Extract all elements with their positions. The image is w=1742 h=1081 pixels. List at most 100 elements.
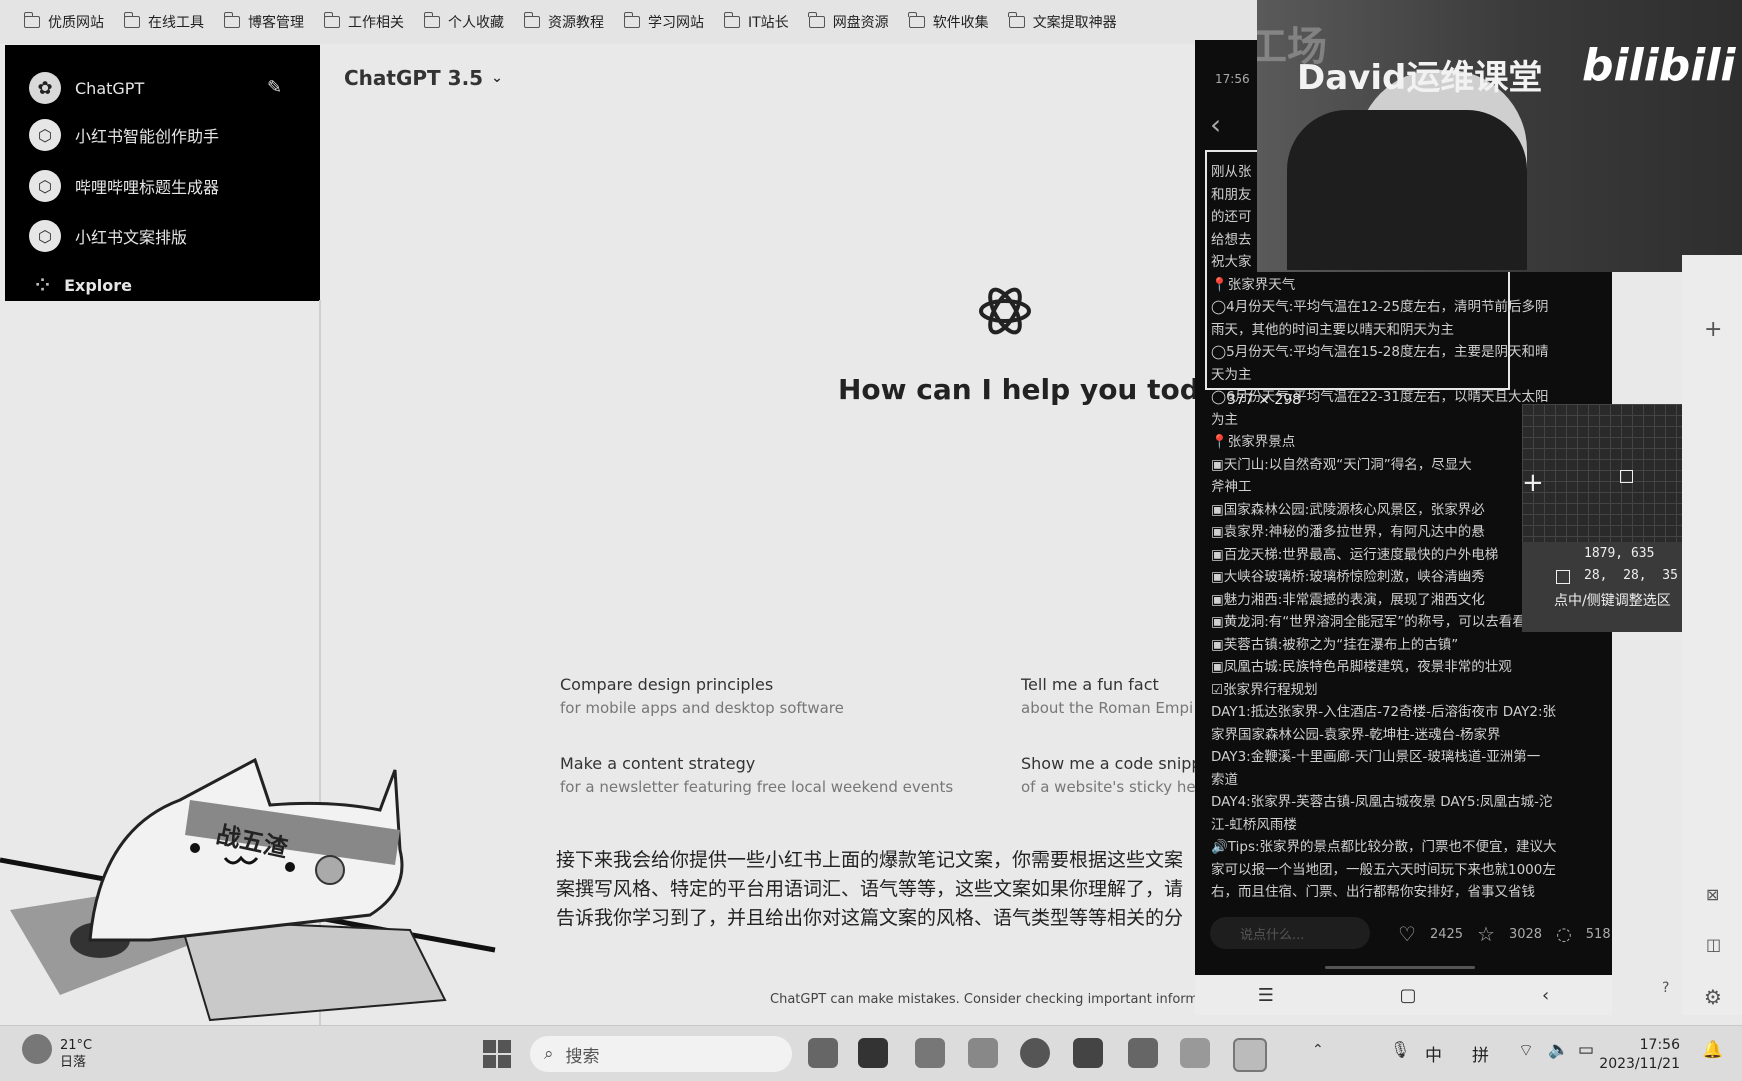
- suggestion-card[interactable]: Show me a code snippe of a website's sti…: [1021, 754, 1211, 796]
- ime-mode[interactable]: 拼: [1472, 1041, 1489, 1066]
- bookmark-label: 软件收集: [932, 15, 989, 31]
- sidebar-item-label: 小红书文案排版: [75, 228, 188, 247]
- suggestion-title: Tell me a fun fact: [1021, 675, 1159, 694]
- battery-icon[interactable]: ▭: [1578, 1040, 1594, 1060]
- folder-icon: [223, 12, 240, 28]
- gpt-cube-icon: ⬡: [29, 119, 61, 151]
- windows-start-icon[interactable]: [483, 1040, 511, 1068]
- bookmark-item[interactable]: IT站长: [716, 7, 797, 37]
- folder-icon: [23, 12, 40, 28]
- star-icon[interactable]: ☆: [1477, 922, 1495, 946]
- gear-icon[interactable]: ⚙: [1704, 985, 1722, 1009]
- sidebar-item-xhs-assistant[interactable]: ⬡ 小红书智能创作助手: [29, 119, 219, 151]
- note-line: ◯5月份天气:平均气温在15-28度左右，主要是阴天和晴: [1211, 344, 1549, 360]
- ime-language[interactable]: 中: [1425, 1041, 1442, 1066]
- sidebar-item-explore[interactable]: ⁘ Explore: [35, 275, 132, 296]
- sidebar-item-label: 小红书智能创作助手: [75, 127, 220, 146]
- rgb-readout: 28, 28, 35: [1584, 568, 1678, 583]
- note-line: 刚从张: [1211, 164, 1252, 180]
- note-line: 📍张家界天气: [1211, 276, 1296, 293]
- bookmark-label: 博客管理: [248, 15, 304, 31]
- new-chat-icon[interactable]: ✎: [267, 77, 282, 98]
- folder-icon: [323, 12, 340, 28]
- folder-icon: [623, 12, 640, 28]
- note-line: DAY1:抵达张家界-入住酒店-72奇楼-后溶街夜市 DAY2:张: [1211, 704, 1557, 720]
- sidebar-toggle-icon[interactable]: ◫: [1706, 935, 1721, 954]
- menu-icon[interactable]: ☰: [1258, 985, 1274, 1006]
- bookmark-label: 优质网站: [48, 15, 104, 31]
- suggestion-subtitle: about the Roman Empi: [1021, 699, 1194, 717]
- back-arrow-icon[interactable]: ‹: [1210, 108, 1221, 141]
- note-line: 索道: [1211, 771, 1238, 788]
- suggestion-title: Compare design principles: [560, 675, 774, 694]
- sidebar-item-bili-title[interactable]: ⬡ 哔哩哔哩标题生成器: [29, 170, 219, 202]
- note-line: 的还可: [1211, 209, 1252, 225]
- comment-input[interactable]: 说点什么...: [1210, 917, 1370, 949]
- notification-bell-icon[interactable]: 🔔: [1702, 1040, 1723, 1060]
- file-explorer-icon[interactable]: [968, 1038, 998, 1068]
- wifi-icon[interactable]: ⌔: [1518, 1040, 1534, 1061]
- bookmark-label: 在线工具: [148, 15, 204, 31]
- weather-icon[interactable]: [22, 1034, 52, 1064]
- bookmark-item[interactable]: 博客管理: [216, 7, 312, 37]
- bookmark-item[interactable]: 资源教程: [516, 7, 612, 37]
- suggestion-card[interactable]: Compare design principles for mobile app…: [560, 675, 844, 717]
- gpt-cube-icon: ⬡: [29, 170, 61, 202]
- model-selector[interactable]: ChatGPT 3.5 ⌄: [344, 66, 503, 90]
- edge-browser-icon[interactable]: [1020, 1038, 1050, 1068]
- chatgpt-sidebar: ✿ ChatGPT ✎ ⬡ 小红书智能创作助手 ⬡ 哔哩哔哩标题生成器 ⬡ 小红…: [5, 45, 320, 301]
- clock-time: 17:56: [1639, 1037, 1680, 1053]
- home-icon[interactable]: ▢: [1399, 985, 1416, 1006]
- app-icon[interactable]: [1180, 1038, 1210, 1068]
- bookmark-item[interactable]: 软件收集: [901, 7, 997, 37]
- folder-icon: [123, 12, 140, 28]
- magnifier-hint: 点中/侧键调整选区: [1554, 593, 1671, 609]
- bookmark-item[interactable]: 在线工具: [116, 7, 212, 37]
- bookmark-item[interactable]: 优质网站: [16, 7, 112, 37]
- note-line: ▣芙蓉古镇:被称之为“挂在瀑布上的古镇”: [1211, 636, 1459, 653]
- suggestion-subtitle: for mobile apps and desktop software: [560, 699, 844, 717]
- suggestion-card[interactable]: Make a content strategy for a newsletter…: [560, 754, 953, 796]
- openai-logo-icon: [979, 287, 1031, 335]
- note-line: ◯4月份天气:平均气温在12-25度左右，清明节前后多阴: [1211, 299, 1549, 315]
- suggestion-title: Show me a code snippe: [1021, 754, 1212, 773]
- note-line: ▣天门山:以自然奇观“天门洞”得名，尽显大: [1211, 456, 1472, 473]
- bookmark-label: 个人收藏: [448, 15, 504, 31]
- comment-icon[interactable]: ◌: [1556, 924, 1572, 945]
- bookmark-item[interactable]: 个人收藏: [416, 7, 512, 37]
- back-icon[interactable]: ‹: [1542, 985, 1549, 1006]
- bookmark-item[interactable]: 网盘资源: [801, 7, 897, 37]
- app-icon[interactable]: [858, 1038, 888, 1068]
- taskbar-clock[interactable]: 17:56 2023/11/21: [1599, 1036, 1680, 1074]
- bookmark-item[interactable]: 学习网站: [616, 7, 712, 37]
- message-input[interactable]: 接下来我会给你提供一些小红书上面的爆款笔记文案，你需要根据这些文案案撰写风格、特…: [556, 846, 1196, 936]
- sidebar-item-chatgpt[interactable]: ✿ ChatGPT: [29, 72, 144, 104]
- note-line: ▣百龙天梯:世界最高、运行速度最快的户外电梯: [1211, 546, 1499, 563]
- phone-mirror-app-icon[interactable]: [1233, 1038, 1267, 1072]
- heart-icon[interactable]: ♡: [1398, 922, 1416, 946]
- microphone-icon[interactable]: 🎙: [1390, 1040, 1410, 1059]
- plus-icon[interactable]: +: [1704, 317, 1722, 342]
- sidebar-item-label: ChatGPT: [75, 78, 145, 98]
- app-icon[interactable]: [1073, 1038, 1103, 1068]
- help-icon[interactable]: ?: [1662, 980, 1669, 996]
- disclaimer-text: ChatGPT can make mistakes. Consider chec…: [770, 992, 1199, 1007]
- note-line: 📍张家界景点: [1211, 434, 1296, 450]
- chevron-up-icon[interactable]: ⌃: [1312, 1042, 1324, 1058]
- gpt-cube-icon: ⬡: [29, 220, 61, 252]
- bookmark-label: 文案提取神器: [1032, 15, 1117, 31]
- sidebar-item-xhs-layout[interactable]: ⬡ 小红书文案排版: [29, 220, 187, 252]
- bookmark-item[interactable]: 工作相关: [316, 7, 412, 37]
- app-icon[interactable]: [1128, 1038, 1158, 1068]
- taskbar-search[interactable]: ⌕ 搜索: [530, 1036, 792, 1072]
- phone-status-time: 17:56: [1215, 72, 1250, 86]
- suggestion-card[interactable]: Tell me a fun fact about the Roman Empi: [1021, 675, 1193, 717]
- note-line: 祝大家: [1211, 254, 1252, 270]
- color-swatch: [1556, 570, 1570, 584]
- suggestion-title: Make a content strategy: [560, 754, 756, 773]
- volume-icon[interactable]: 🔈: [1548, 1040, 1569, 1060]
- teams-icon[interactable]: [915, 1038, 945, 1068]
- app-icon[interactable]: [808, 1038, 838, 1068]
- bookmark-item[interactable]: 文案提取神器: [1001, 7, 1125, 37]
- screenshot-icon[interactable]: ⊠: [1706, 885, 1719, 904]
